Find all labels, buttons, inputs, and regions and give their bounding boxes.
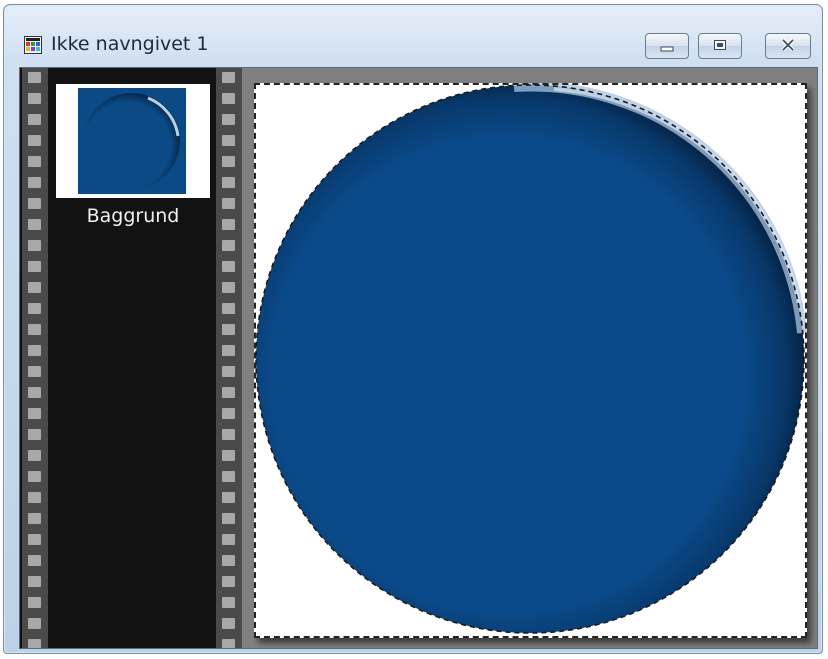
film-perforation [222,429,235,440]
document-client-area: Baggrund [19,67,818,649]
film-perforation [28,513,41,524]
film-perforation [28,387,41,398]
close-icon [780,37,796,56]
film-perforation [28,345,41,356]
film-perforation [222,555,235,566]
film-perforation [28,618,41,629]
film-perforation [222,450,235,461]
film-perforation [222,177,235,188]
film-perforation [222,156,235,167]
layers-filmstrip-panel: Baggrund [20,68,242,648]
canvas-drawing [255,83,807,634]
film-perforation [222,576,235,587]
film-perforation [28,366,41,377]
filmstrip-perforation-left [22,68,48,648]
layer-thumbnail-image [78,88,186,194]
film-perforation [28,408,41,419]
film-perforation [28,177,41,188]
film-perforation [28,534,41,545]
film-perforation [28,72,41,83]
film-perforation [28,282,41,293]
film-perforation [222,198,235,209]
film-perforation [222,492,235,503]
film-perforation [28,597,41,608]
image-canvas[interactable] [254,83,807,638]
film-perforation [28,261,41,272]
film-perforation [28,240,41,251]
film-perforation [222,135,235,146]
close-button[interactable] [765,33,811,59]
film-perforation [222,471,235,482]
film-perforation [28,555,41,566]
film-perforation [28,219,41,230]
layer-thumbnail[interactable] [56,84,210,198]
film-perforation [222,345,235,356]
film-perforation [28,429,41,440]
film-perforation [222,72,235,83]
film-perforation [28,324,41,335]
layer-name-label[interactable]: Baggrund [56,205,210,227]
document-window: Ikke navngivet 1 Baggrund [3,4,823,654]
film-perforation [28,471,41,482]
film-perforation [222,261,235,272]
filmstrip-perforation-right [216,68,242,648]
film-perforation [28,639,41,648]
film-perforation [222,324,235,335]
film-perforation [28,303,41,314]
document-icon [24,36,42,54]
restore-icon [712,37,728,56]
maximize-button[interactable] [698,33,742,59]
film-perforation [28,114,41,125]
film-perforation [222,513,235,524]
film-perforation [222,597,235,608]
window-title: Ikke navngivet 1 [51,33,209,55]
film-perforation [28,156,41,167]
film-perforation [28,198,41,209]
film-perforation [222,618,235,629]
film-perforation [28,576,41,587]
film-perforation [222,387,235,398]
film-perforation [222,114,235,125]
film-perforation [222,240,235,251]
film-perforation [222,282,235,293]
film-perforation [222,534,235,545]
title-bar[interactable]: Ikke navngivet 1 [4,5,822,65]
film-perforation [222,93,235,104]
film-perforation [28,450,41,461]
minimize-button[interactable] [645,33,689,59]
film-perforation [222,366,235,377]
film-perforation [28,135,41,146]
film-perforation [28,492,41,503]
film-perforation [222,408,235,419]
film-perforation [222,219,235,230]
film-perforation [222,303,235,314]
film-perforation [28,93,41,104]
minimize-icon [659,37,675,56]
film-perforation [222,639,235,648]
